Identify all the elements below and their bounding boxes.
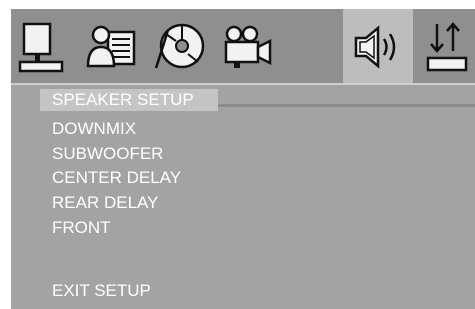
title-rule xyxy=(218,104,475,107)
tab-video[interactable] xyxy=(215,9,283,83)
speaker-setup-menu: SPEAKER SETUP DOWNMIX SUBWOOFER CENTER D… xyxy=(11,85,475,309)
menu-item-subwoofer[interactable]: SUBWOOFER xyxy=(52,144,163,164)
tab-user[interactable] xyxy=(79,9,147,83)
tab-preferences[interactable] xyxy=(417,9,475,83)
speaker-icon xyxy=(354,25,396,69)
menu-item-exit-setup[interactable]: EXIT SETUP xyxy=(52,281,151,301)
tab-general[interactable] xyxy=(11,9,79,83)
setup-screen: SPEAKER SETUP DOWNMIX SUBWOOFER CENTER D… xyxy=(11,9,475,309)
menu-item-front[interactable]: FRONT xyxy=(52,218,111,238)
menu-item-rear-delay[interactable]: REAR DELAY xyxy=(52,193,158,213)
menu-item-downmix[interactable]: DOWNMIX xyxy=(52,119,136,139)
menu-title: SPEAKER SETUP xyxy=(52,90,194,109)
disc-icon xyxy=(154,23,205,69)
category-tab-bar xyxy=(11,9,475,83)
menu-item-center-delay[interactable]: CENTER DELAY xyxy=(52,168,181,188)
person-document-icon xyxy=(86,25,136,68)
tab-disc[interactable] xyxy=(147,9,215,83)
sort-arrows-icon xyxy=(426,22,468,72)
tab-speaker[interactable] xyxy=(343,9,413,83)
video-camera-icon xyxy=(224,25,272,68)
computer-monitor-icon xyxy=(18,22,64,73)
